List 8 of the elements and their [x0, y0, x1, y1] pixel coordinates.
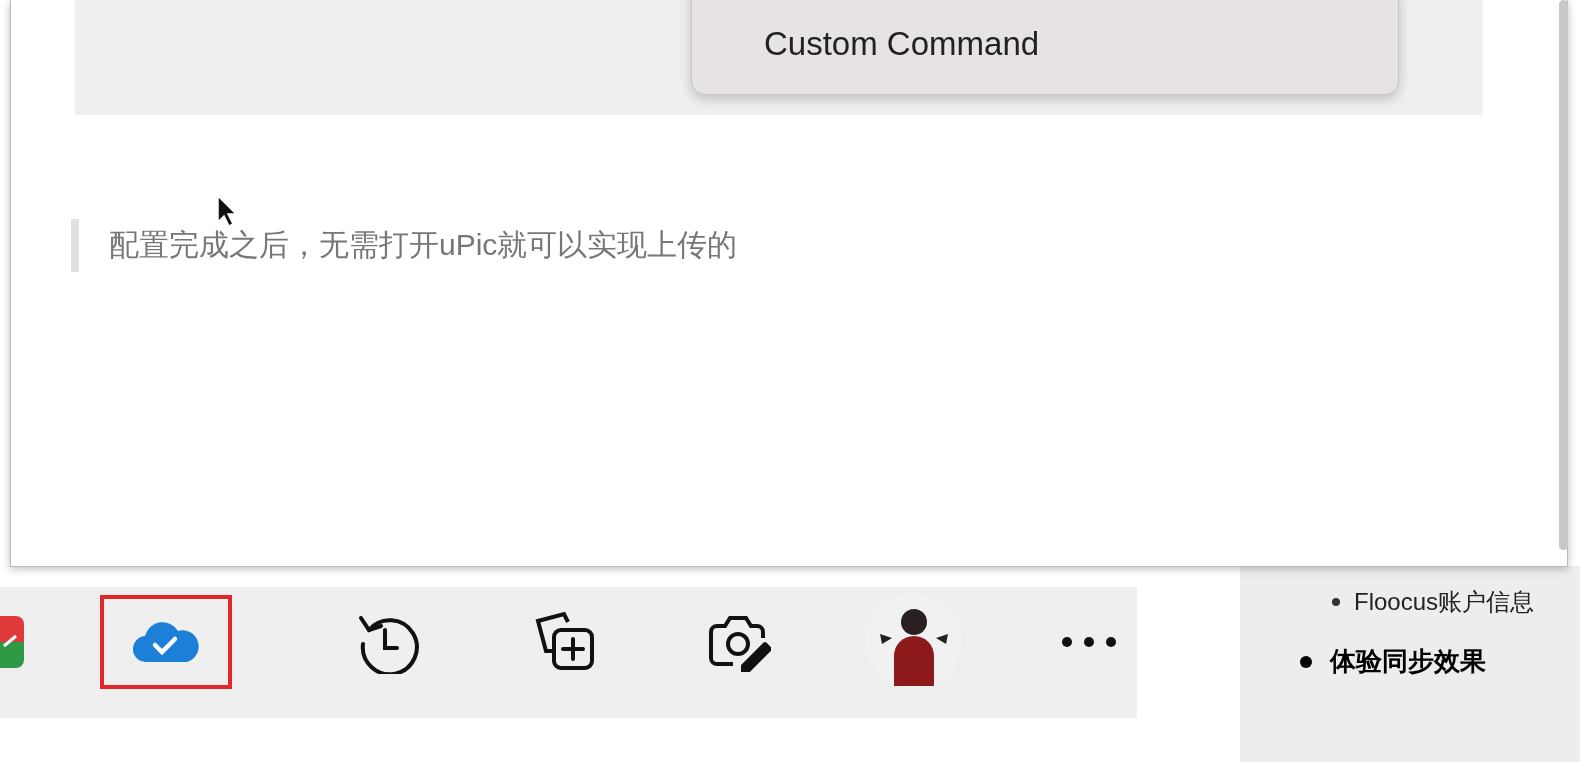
cloud-check-icon [133, 621, 199, 663]
list-item: Floocus账户信息 [1300, 586, 1580, 618]
more-icon [1062, 637, 1116, 647]
cursor-icon [216, 195, 236, 227]
list-item: 体验同步效果 [1300, 644, 1580, 679]
app-icon [0, 616, 24, 668]
cloud-button[interactable] [100, 595, 232, 689]
menu-item[interactable]: Custom Command [692, 25, 1040, 63]
